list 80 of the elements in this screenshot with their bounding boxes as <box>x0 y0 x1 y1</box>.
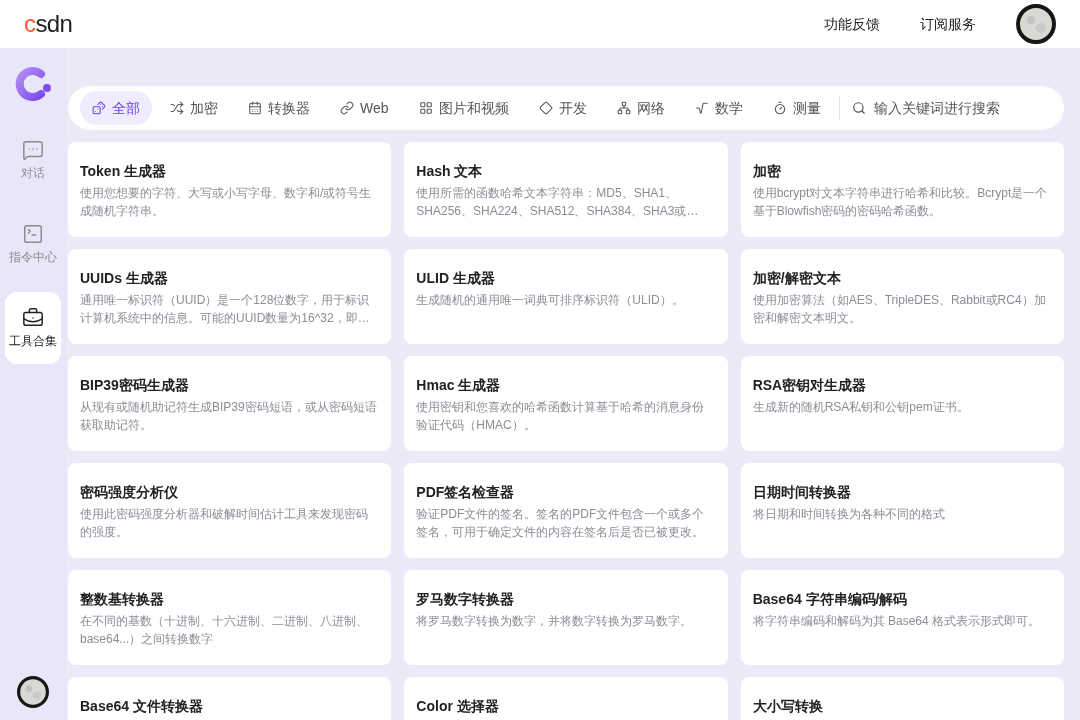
tool-title: 日期时间转换器 <box>752 483 852 502</box>
tool-title: Base64 字符串编码/解码 <box>752 590 909 609</box>
tool-card[interactable]: PDF签名检查器 验证PDF文件的签名。签名的PDF文件包含一个或多个签名，可用于确定文件的内容在签名后是否已被更改。 <box>404 463 728 558</box>
tool-title: 加密 <box>752 162 782 181</box>
link-icon <box>340 101 354 115</box>
tool-description: 生成新的随机RSA私钥和公钥pem证书。 <box>752 399 970 416</box>
timer-icon <box>772 101 787 115</box>
filter-tab[interactable]: Web <box>328 91 401 125</box>
tool-description: 从现有或随机助记符生成BIP39密码短语，或从密码短语获取助记符。 <box>80 399 378 434</box>
shuffle-icon <box>170 101 184 115</box>
tool-card[interactable]: Hash 文本 使用所需的函数哈希文本字符串：MD5、SHA1、SHA256、SHA224、SHA512、SHA384、SHA3或… <box>404 142 728 237</box>
tool-description: 将日期和时间转换为各种不同的格式 <box>752 506 946 523</box>
filter-tab[interactable]: 数学 <box>682 91 755 125</box>
tool-description: 将罗马数字转换为数字，并将数字转换为罗马数字。 <box>416 613 694 630</box>
tool-card[interactable]: 大小写转换 <box>740 677 1064 720</box>
tool-card[interactable]: BIP39密码生成器 从现有或随机助记符生成BIP39密码短语，或从密码短语获取助记符。 <box>68 356 392 451</box>
tool-title: RSA密钥对生成器 <box>752 376 868 395</box>
tool-title: 整数基转换器 <box>80 590 165 609</box>
search-field[interactable]: 输入关键词进行搜索 <box>851 98 1052 118</box>
tool-title: Hmac 生成器 <box>416 376 502 395</box>
tool-title: Hash 文本 <box>416 162 484 181</box>
tool-description: 使用密钥和您喜欢的哈希函数计算基于哈希的消息身份验证代码（HMAC）。 <box>416 399 706 434</box>
tool-title: 罗马数字转换器 <box>416 590 516 609</box>
tool-description: 使用加密算法（如AES、TripleDES、Rabbit或RC4）加密和解密文本明文。 <box>752 292 1047 327</box>
tool-card[interactable]: Token 生成器 使用您想要的字符、大写或小写字母、数字和/或符号生成随机字符串。 <box>68 142 392 237</box>
tool-title: ULID 生成器 <box>416 269 496 288</box>
filter-tab[interactable]: 转换器 <box>236 91 322 125</box>
filter-tab[interactable]: 图片和视频 <box>406 91 521 125</box>
tool-description: 使用所需的函数哈希文本字符串：MD5、SHA1、SHA256、SHA224、SHA512、SHA384、SHA3或… <box>416 185 700 220</box>
avatar[interactable] <box>1016 4 1056 44</box>
tool-card[interactable]: UUIDs 生成器 通用唯一标识符（UUID）是一个128位数字，用于标识计算机系统中的信息。可能的UUID数量为16^32，即… <box>68 249 392 344</box>
header-link[interactable]: 订阅服务 <box>920 14 976 34</box>
filter-tab[interactable]: 测量 <box>760 91 833 125</box>
header-link[interactable]: 功能反馈 <box>824 14 880 34</box>
tool-card[interactable]: Base64 字符串编码/解码 将字符串编码和解码为其 Base64 格式表示形式即可。 <box>740 570 1064 665</box>
tool-title: 大小写转换 <box>752 697 824 716</box>
tool-description: 验证PDF文件的签名。签名的PDF文件包含一个或多个签名，可用于确定文件的内容在签名后是否已被更改。 <box>416 506 706 541</box>
tool-card[interactable]: Hmac 生成器 使用密钥和您喜欢的哈希函数计算基于哈希的消息身份验证代码（HMAC）。 <box>404 356 728 451</box>
tool-title: 加密/解密文本 <box>752 269 842 288</box>
tool-card[interactable]: RSA密钥对生成器 生成新的随机RSA私钥和公钥pem证书。 <box>740 356 1064 451</box>
tool-card[interactable]: ULID 生成器 生成随机的通用唯一词典可排序标识符（ULID）。 <box>404 249 728 344</box>
filter-tab[interactable]: 加密 <box>158 91 230 125</box>
tool-title: Token 生成器 <box>80 162 168 181</box>
tool-title: 密码强度分析仪 <box>80 483 179 502</box>
tool-title: BIP39密码生成器 <box>80 376 190 395</box>
tool-description: 生成随机的通用唯一词典可排序标识符（ULID）。 <box>416 292 685 309</box>
tool-title: Color 选择器 <box>416 697 500 716</box>
tool-card[interactable]: Color 选择器 <box>404 677 728 720</box>
filter-tab[interactable]: 开发 <box>526 91 599 125</box>
avatar[interactable] <box>17 676 49 708</box>
grid-icon <box>418 101 433 115</box>
tool-card[interactable]: 密码强度分析仪 使用此密码强度分析器和破解时间估计工具来发现密码的强度。 <box>68 463 392 558</box>
tool-title: Base64 文件转换器 <box>80 697 204 716</box>
tool-description: 使用您想要的字符、大写或小写字母、数字和/或符号生成随机字符串。 <box>80 185 373 220</box>
tool-card[interactable]: 日期时间转换器 将日期和时间转换为各种不同的格式 <box>740 463 1064 558</box>
radical-icon <box>694 101 709 115</box>
terminal-icon <box>22 223 44 245</box>
tool-card[interactable]: 罗马数字转换器 将罗马数字转换为数字，并将数字转换为罗马数字。 <box>404 570 728 665</box>
dice-icon <box>92 101 106 115</box>
sidebar-item[interactable]: 工具合集 <box>5 292 61 364</box>
tool-card[interactable]: Base64 文件转换器 <box>68 677 392 720</box>
tool-card[interactable]: 加密 使用bcrypt对文本字符串进行哈希和比较。Bcrypt是一个基于Blowfish密码的密码哈希函数。 <box>740 142 1064 237</box>
diamond-icon <box>538 101 553 115</box>
tool-description: 通用唯一标识符（UUID）是一个128位数字，用于标识计算机系统中的信息。可能的UUID数量为16^32，即… <box>80 292 371 327</box>
filter-tab[interactable]: 网络 <box>604 91 677 125</box>
logo[interactable]: csdn <box>24 12 73 36</box>
tool-card[interactable]: 整数基转换器 在不同的基数（十进制、十六进制、二进制、八进制、base64...）之间转换数字 <box>68 570 392 665</box>
tool-title: UUIDs 生成器 <box>80 269 169 288</box>
tool-description: 使用bcrypt对文本字符串进行哈希和比较。Bcrypt是一个基于Blowfish密码的密码哈希函数。 <box>752 185 1049 220</box>
calendar-icon <box>248 101 262 115</box>
tool-description: 使用此密码强度分析器和破解时间估计工具来发现密码的强度。 <box>80 506 369 541</box>
network-icon <box>616 101 631 115</box>
tool-title: PDF签名检查器 <box>416 483 516 502</box>
filter-tab[interactable]: 全部 <box>80 91 152 125</box>
tool-description: 在不同的基数（十进制、十六进制、二进制、八进制、base64...）之间转换数字 <box>80 613 369 648</box>
search-icon <box>851 101 866 115</box>
tool-description: 将字符串编码和解码为其 Base64 格式表示形式即可。 <box>752 613 1042 630</box>
tool-card[interactable]: 加密/解密文本 使用加密算法（如AES、TripleDES、Rabbit或RC4）加密和解密文本明文。 <box>740 249 1064 344</box>
briefcase-icon <box>22 307 44 329</box>
logo-icon[interactable] <box>13 64 53 104</box>
